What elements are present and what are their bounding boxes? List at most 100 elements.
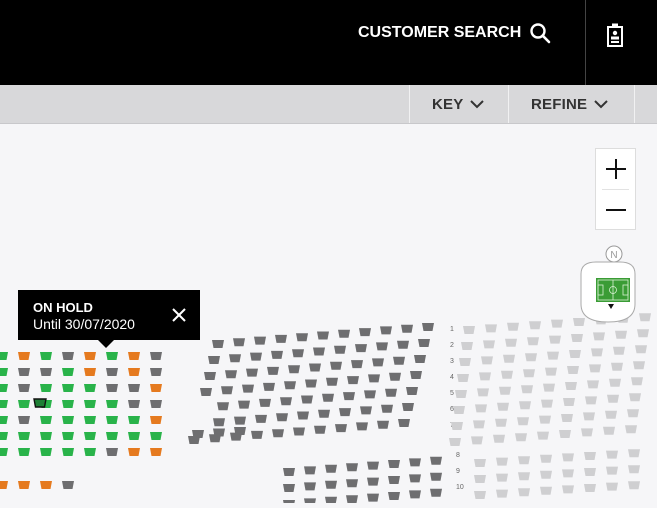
seat[interactable] <box>505 338 517 347</box>
seat[interactable] <box>585 396 597 405</box>
seat[interactable] <box>518 488 530 497</box>
seat[interactable] <box>501 370 513 379</box>
seat[interactable] <box>128 384 140 392</box>
seat[interactable] <box>304 466 316 475</box>
seat[interactable] <box>283 484 295 492</box>
seat[interactable] <box>547 351 559 360</box>
seat[interactable] <box>521 385 533 394</box>
seat[interactable] <box>192 430 204 438</box>
seat[interactable] <box>593 332 605 341</box>
seat[interactable] <box>628 449 640 458</box>
seat[interactable] <box>485 324 497 333</box>
seat[interactable] <box>217 402 229 411</box>
seat[interactable] <box>292 349 304 358</box>
seat[interactable] <box>474 475 486 483</box>
seat[interactable] <box>128 432 140 440</box>
seat[interactable] <box>128 416 140 424</box>
seat[interactable] <box>625 425 637 434</box>
seat[interactable] <box>483 340 495 349</box>
seat[interactable] <box>409 474 421 483</box>
seat[interactable] <box>499 386 511 395</box>
seat[interactable] <box>338 329 350 338</box>
seat[interactable] <box>496 473 508 482</box>
seat[interactable] <box>414 355 426 363</box>
seat[interactable] <box>233 338 245 347</box>
seat[interactable] <box>455 390 467 398</box>
seat[interactable] <box>150 384 162 392</box>
seat[interactable] <box>635 345 647 354</box>
seat[interactable] <box>589 364 601 373</box>
seat[interactable] <box>304 482 316 491</box>
seat[interactable] <box>627 409 639 418</box>
seat[interactable] <box>537 431 549 440</box>
seat[interactable] <box>251 430 263 439</box>
seat[interactable] <box>496 489 508 498</box>
seat[interactable] <box>613 346 625 355</box>
seat[interactable] <box>18 432 30 440</box>
seat[interactable] <box>603 426 615 435</box>
seat[interactable] <box>317 331 329 340</box>
seat[interactable] <box>0 416 8 424</box>
seat[interactable] <box>62 448 74 456</box>
seat[interactable] <box>280 397 292 406</box>
seat[interactable] <box>250 352 262 361</box>
seat[interactable] <box>0 448 8 456</box>
seat[interactable] <box>607 394 619 403</box>
seat[interactable] <box>406 387 418 395</box>
seat[interactable] <box>234 427 246 435</box>
seat[interactable] <box>606 466 618 475</box>
seat[interactable] <box>347 376 359 385</box>
seat[interactable] <box>584 468 596 476</box>
seat[interactable] <box>422 323 434 331</box>
seat[interactable] <box>587 380 599 389</box>
seat[interactable] <box>518 472 530 481</box>
seat[interactable] <box>376 342 388 351</box>
seat[interactable] <box>606 482 618 491</box>
seat[interactable] <box>106 384 118 392</box>
seat[interactable] <box>562 453 574 462</box>
seat[interactable] <box>246 368 258 377</box>
seat[interactable] <box>150 400 162 408</box>
seat[interactable] <box>238 400 250 409</box>
seat[interactable] <box>62 352 74 360</box>
seat[interactable] <box>106 416 118 424</box>
seat[interactable] <box>18 352 30 360</box>
seat[interactable] <box>318 409 330 418</box>
seat[interactable] <box>475 404 487 413</box>
seat[interactable] <box>313 347 325 356</box>
seat[interactable] <box>519 401 531 410</box>
seat[interactable] <box>529 321 541 330</box>
seat[interactable] <box>293 427 305 436</box>
seat[interactable] <box>503 354 515 363</box>
seat[interactable] <box>305 379 317 388</box>
refine-dropdown[interactable]: REFINE <box>531 85 609 123</box>
seat[interactable] <box>591 348 603 357</box>
zoom-out-button[interactable] <box>596 190 635 230</box>
seat[interactable] <box>272 429 284 438</box>
seat[interactable] <box>297 411 309 420</box>
stadium-overview-compass[interactable]: N <box>576 244 640 324</box>
seat[interactable] <box>507 322 519 331</box>
seat[interactable] <box>495 418 507 427</box>
seat[interactable] <box>150 352 162 360</box>
seat[interactable] <box>271 350 283 359</box>
seat[interactable] <box>326 377 338 386</box>
seat[interactable] <box>473 420 485 429</box>
seat[interactable] <box>18 400 30 408</box>
seat[interactable] <box>288 365 300 374</box>
seat[interactable] <box>561 414 573 422</box>
seat[interactable] <box>410 371 422 379</box>
customer-search-button[interactable]: CUSTOMER SEARCH <box>358 20 551 46</box>
seat[interactable] <box>18 416 30 424</box>
seat[interactable] <box>569 350 581 358</box>
seat[interactable] <box>631 377 643 386</box>
seat[interactable] <box>453 406 465 414</box>
seat[interactable] <box>517 417 529 426</box>
seat[interactable] <box>128 448 140 456</box>
seat[interactable] <box>213 418 225 427</box>
seat[interactable] <box>541 399 553 408</box>
seat[interactable] <box>398 419 410 427</box>
seat[interactable] <box>276 413 288 422</box>
seat[interactable] <box>212 340 224 348</box>
seat[interactable] <box>325 496 337 505</box>
